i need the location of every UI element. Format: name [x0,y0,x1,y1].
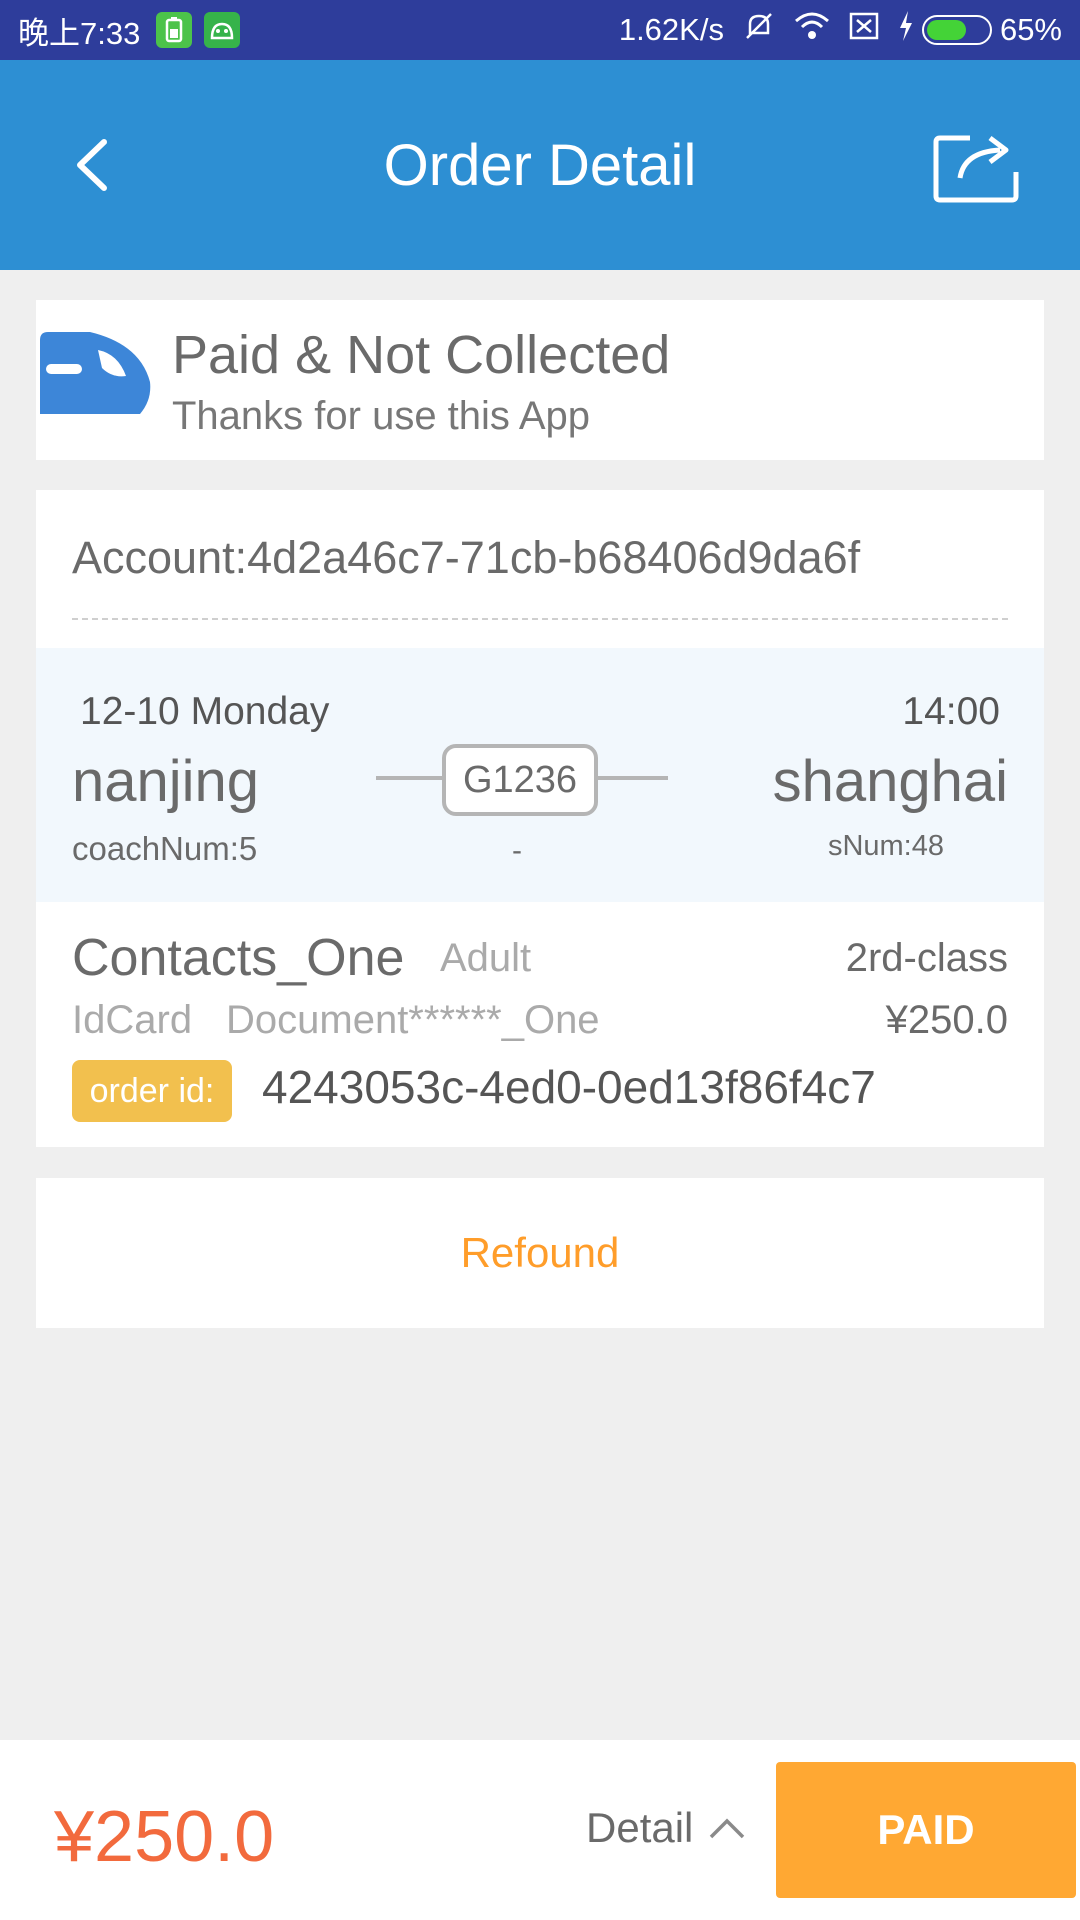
passenger-name: Contacts_One [72,929,405,987]
detail-toggle[interactable]: Detail [586,1804,747,1852]
charging-icon [898,11,914,49]
battery-indicator: 65% [898,11,1062,49]
network-speed: 1.62K/s [618,12,724,47]
paid-button[interactable]: PAID [776,1762,1076,1898]
order-status-title: Paid & Not Collected [172,325,671,385]
id-type-label: IdCard [72,998,193,1042]
trip-date: 12-10 Monday [80,690,330,733]
battery-icon [921,15,992,45]
trip-time: 14:00 [902,690,1000,733]
trip-info: 12-10 Monday 14:00 nanjing shanghai G123… [36,648,1044,902]
journey-card: Account:4d2a46c7-71cb-b68406d9da6f 12-10… [36,490,1044,1147]
total-price: ¥250.0 [54,1797,275,1877]
departure-station: nanjing [72,749,260,814]
battery-percent: 65% [999,12,1062,47]
wifi-icon [794,11,830,49]
order-status-card: Paid & Not Collected Thanks for use this… [36,300,1044,460]
order-status-subtitle: Thanks for use this App [172,394,591,438]
train-icon [40,332,151,414]
account-id: Account:4d2a46c7-71cb-b68406d9da6f [72,532,861,583]
share-icon [933,135,1019,203]
arrival-station: shanghai [772,749,1008,814]
id-document: Document******_One [226,998,600,1042]
refound-card: Refound [36,1178,1044,1328]
passenger-type: Adult [440,936,532,980]
mute-icon [742,9,776,51]
seat-number: sNum:48 [827,830,944,862]
status-bar: 晚上7:33 1.62K/s 65% [0,0,1080,60]
dashed-divider [72,618,1008,620]
refound-button[interactable]: Refound [461,1229,620,1277]
page-title: Order Detail [383,133,697,198]
order-id-value: 4243053c-4ed0-0ed13f86f4c7 [262,1061,876,1113]
detail-label: Detail [586,1804,694,1851]
chevron-up-icon [710,1818,745,1839]
train-number: G1236 [442,744,598,816]
no-sim-icon [848,11,880,49]
battery-app-icon [156,12,193,48]
route-line-right [598,776,668,780]
order-id-badge: order id: [72,1060,232,1122]
app-header: Order Detail [0,60,1080,270]
route-line-left [376,776,446,780]
share-button[interactable] [930,126,1026,206]
battery-level-fill [926,20,966,40]
status-time: 晚上7:33 [18,15,141,51]
android-app-icon [204,12,241,48]
ticket-price: ¥250.0 [885,998,1008,1042]
trip-duration: - [512,834,522,867]
bottom-bar: ¥250.0 Detail PAID [0,1740,1080,1920]
coach-number: coachNum:5 [72,830,258,867]
seat-class: 2rd-class [845,936,1008,980]
